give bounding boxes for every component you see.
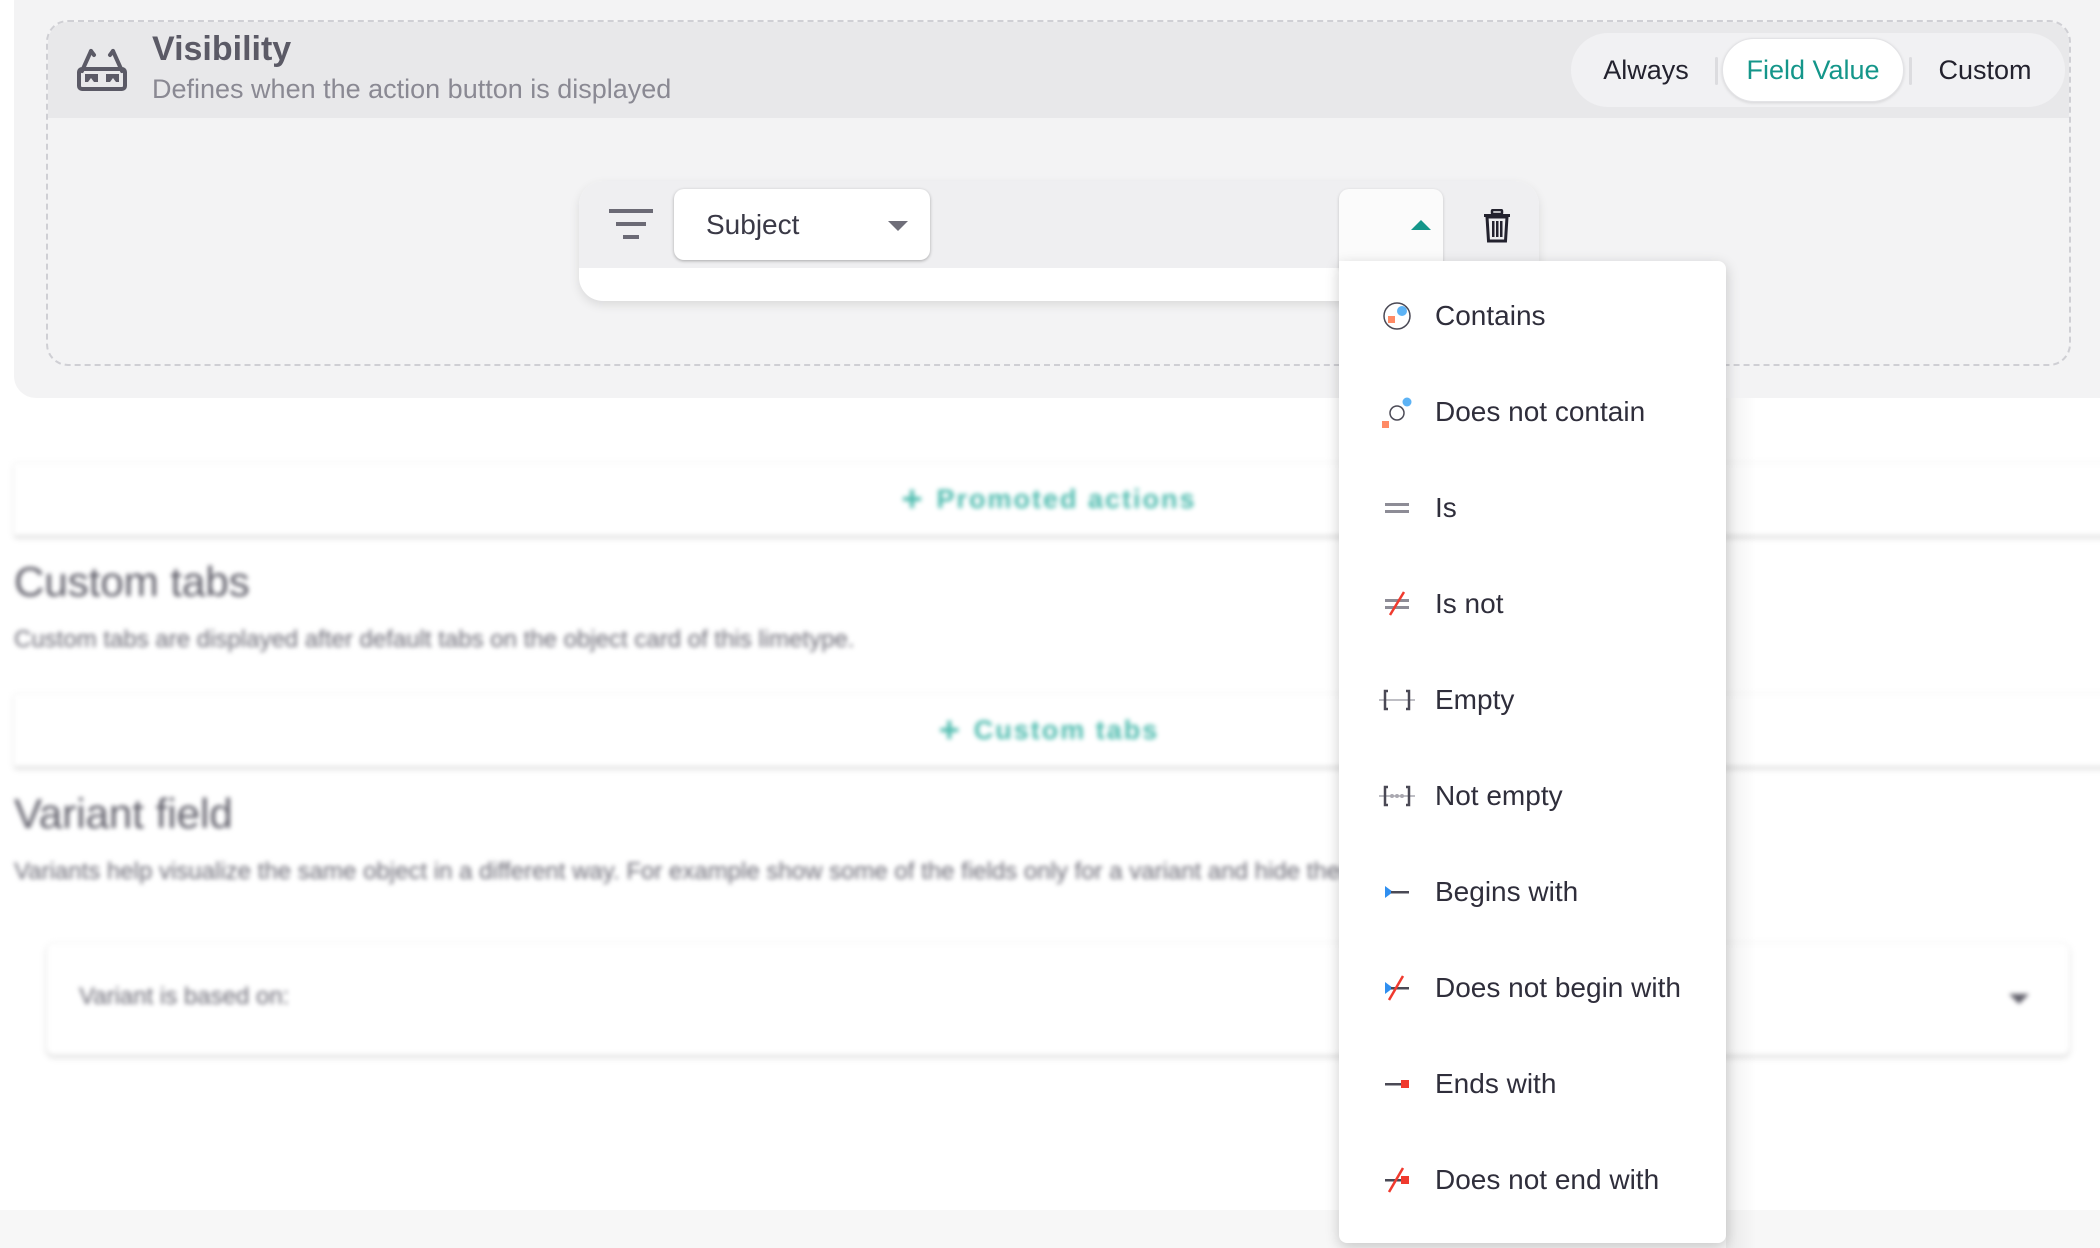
visibility-mode-toggle: Always Field Value Custom <box>1571 33 2065 107</box>
begins-with-icon <box>1385 886 1409 898</box>
visibility-title: Visibility <box>152 30 292 68</box>
menu-item-label: Does not end with <box>1435 1164 1660 1195</box>
empty-brackets-icon <box>1379 689 1415 711</box>
add-custom-tabs-button[interactable]: + Custom tabs <box>14 693 2100 766</box>
add-custom-tabs-label: Custom tabs <box>973 714 1160 745</box>
menu-item-label: Contains <box>1435 300 1546 331</box>
custom-tabs-heading: Custom tabs <box>14 558 250 605</box>
menu-item-not-empty[interactable]: Not empty <box>1339 748 1726 844</box>
menu-item-label: Ends with <box>1435 1068 1557 1099</box>
does-not-contain-icon <box>1382 397 1412 428</box>
plus-icon: + <box>901 478 923 519</box>
custom-tabs-description: Custom tabs are displayed after default … <box>14 626 855 653</box>
menu-item-does-not-end-with[interactable]: Does not end with <box>1339 1132 1726 1228</box>
caret-up-icon <box>1411 220 1431 230</box>
3d-glasses-icon <box>77 49 127 91</box>
chevron-down-icon <box>2009 994 2029 1004</box>
menu-item-is[interactable]: Is <box>1339 460 1726 556</box>
variant-field-description: Variants help visualize the same object … <box>14 858 1569 885</box>
menu-item-ends-with[interactable]: Ends with <box>1339 1036 1726 1132</box>
mode-field-value-button[interactable]: Field Value <box>1722 38 1904 102</box>
segment-divider <box>1715 57 1718 85</box>
add-promoted-actions-button[interactable]: + Promoted actions <box>14 462 2100 535</box>
variant-field-heading: Variant field <box>14 790 233 837</box>
visibility-description: Defines when the action button is displa… <box>152 74 672 104</box>
add-promoted-actions-label: Promoted actions <box>936 483 1197 514</box>
menu-item-empty[interactable]: Empty <box>1339 652 1726 748</box>
plus-icon: + <box>938 709 960 750</box>
menu-item-is-not[interactable]: Is not <box>1339 556 1726 652</box>
menu-shadow <box>1726 398 1756 1248</box>
variant-select[interactable]: Variant is based on: <box>46 942 2070 1055</box>
menu-item-label: Not empty <box>1435 780 1563 811</box>
menu-item-begins-with[interactable]: Begins with <box>1339 844 1726 940</box>
ends-with-icon <box>1385 1080 1409 1088</box>
does-not-begin-with-icon <box>1385 975 1409 1001</box>
field-select[interactable]: Subject <box>674 189 930 260</box>
variant-select-label: Variant is based on: <box>79 983 290 1010</box>
not-empty-brackets-icon <box>1379 785 1415 807</box>
operator-menu: Contains Does not contain Is Is not Empt… <box>1339 261 1726 1243</box>
operator-select[interactable] <box>1339 189 1443 269</box>
caret-down-icon <box>888 221 908 231</box>
menu-item-label: Does not contain <box>1435 396 1646 427</box>
visibility-header: Visibility Defines when the action butto… <box>48 22 2069 118</box>
mode-always-button[interactable]: Always <box>1583 38 1709 102</box>
menu-item-label: Empty <box>1435 684 1515 715</box>
menu-item-label: Does not begin with <box>1435 972 1681 1003</box>
filter-icon <box>609 209 653 239</box>
mode-custom-button[interactable]: Custom <box>1917 38 2053 102</box>
menu-item-does-not-begin-with[interactable]: Does not begin with <box>1339 940 1726 1036</box>
menu-item-does-not-contain[interactable]: Does not contain <box>1339 364 1726 460</box>
field-select-value: Subject <box>706 208 800 240</box>
menu-item-label: Begins with <box>1435 876 1579 907</box>
segment-divider <box>1909 57 1912 85</box>
contains-icon <box>1383 302 1411 330</box>
bottom-band <box>0 1210 2100 1248</box>
menu-item-label: Is <box>1435 492 1457 523</box>
does-not-end-with-icon <box>1385 1167 1409 1193</box>
trash-icon[interactable] <box>1483 209 1511 243</box>
equals-icon <box>1385 503 1409 513</box>
not-equals-icon <box>1385 591 1409 616</box>
menu-item-contains[interactable]: Contains <box>1339 268 1726 364</box>
menu-item-label: Is not <box>1435 588 1504 619</box>
